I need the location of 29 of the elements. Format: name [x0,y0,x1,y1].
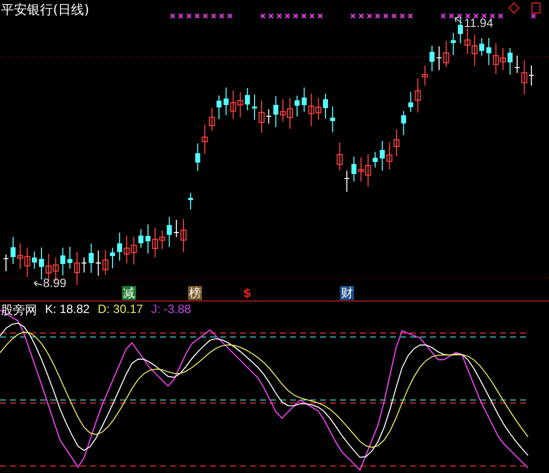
candlestick [430,45,434,72]
candlestick [146,224,150,254]
candlestick [252,94,257,120]
candlestick [216,95,222,120]
j-value: J: -3.88 [151,302,192,318]
candlestick [67,246,72,270]
indicator-name: 股旁网 [1,302,37,319]
signal-badge: 减 [122,286,136,300]
candlestick [458,16,463,44]
candlestick [330,106,336,133]
candlestick [401,110,406,136]
candlestick [3,254,9,272]
pointer-arrow-icon [454,16,462,24]
candlestick [323,93,328,120]
candlestick [110,247,115,269]
signal-mark: $ [243,286,252,300]
signal-badge: 榜 [188,286,202,300]
d-value: D: 30.17 [98,302,144,318]
k-value: K: 18.82 [45,302,90,318]
diamond-icon[interactable] [508,2,520,14]
low-price-label: 8.99 [43,276,66,290]
high-price-label: 11.94 [464,16,494,30]
candlestick [294,95,300,118]
square-icon[interactable] [532,2,540,14]
candlestick [188,192,194,210]
signal-badge: 财 [340,286,354,300]
candlestick [39,247,44,280]
chart-title: 平安银行(日线) [1,2,90,19]
pointer-arrow-icon [34,280,42,286]
